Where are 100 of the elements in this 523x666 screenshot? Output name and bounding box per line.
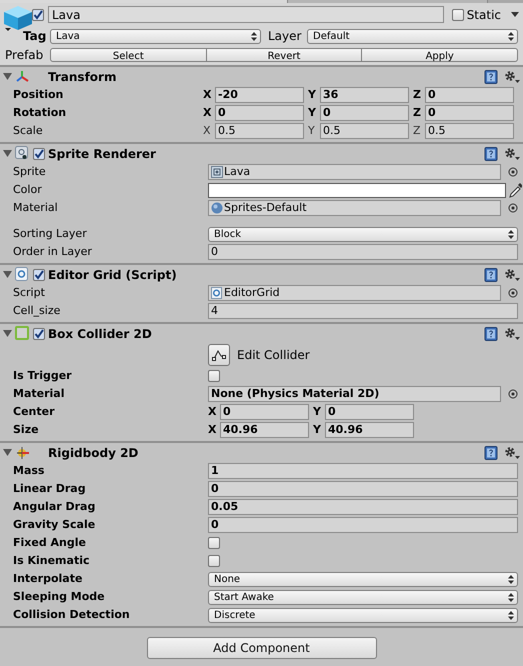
axis-label: Z xyxy=(413,104,422,121)
edit-collider-button[interactable] xyxy=(208,344,230,366)
dropdown[interactable]: Start Awake xyxy=(208,590,518,604)
number-field[interactable]: 40.96 xyxy=(325,422,414,438)
component-title: Transform xyxy=(48,68,116,86)
foldout-arrow-icon[interactable] xyxy=(3,270,12,279)
foldout-arrow-icon[interactable] xyxy=(3,149,12,158)
object-picker-icon xyxy=(508,288,518,298)
dropdown-arrows-icon xyxy=(508,592,514,602)
field-label: Scale xyxy=(12,122,44,139)
number-field[interactable]: 0.5 xyxy=(215,123,304,139)
foldout-arrow-icon[interactable] xyxy=(3,72,12,81)
color-swatch[interactable] xyxy=(208,182,506,198)
number-field[interactable]: 0.05 xyxy=(208,499,518,515)
layer-dropdown[interactable]: Default xyxy=(307,28,518,44)
object-field[interactable]: Sprites-Default xyxy=(208,200,501,216)
field-label: Color xyxy=(12,182,43,198)
field-label: Mass xyxy=(12,462,46,479)
foldout-arrow-icon[interactable] xyxy=(3,329,12,338)
axis-label: Y xyxy=(313,422,322,438)
object-field[interactable]: None (Physics Material 2D) xyxy=(208,386,501,402)
axis-label: Z xyxy=(413,86,422,103)
dropdown-arrows-icon xyxy=(508,574,514,584)
number-field[interactable]: 4 xyxy=(208,303,518,319)
add-component-button[interactable]: Add Component xyxy=(146,637,376,659)
field-label: Script xyxy=(12,284,46,301)
field-label: Collision Detection xyxy=(12,606,131,623)
axis-label: X xyxy=(208,422,218,438)
number-field[interactable]: 0 xyxy=(425,87,514,103)
checkbox[interactable] xyxy=(208,370,220,382)
layer-label: Layer xyxy=(268,28,302,45)
number-field[interactable]: 0.5 xyxy=(320,123,409,139)
number-field[interactable]: 40.96 xyxy=(220,422,309,438)
help-book-icon xyxy=(484,446,498,460)
component-title: Sprite Renderer xyxy=(48,146,156,162)
component-icon xyxy=(15,326,30,341)
number-field[interactable]: 36 xyxy=(320,87,409,103)
axis-label: Y xyxy=(308,86,317,103)
number-field[interactable]: 1 xyxy=(208,463,518,479)
foldout-arrow-icon[interactable] xyxy=(3,448,12,457)
dropdown-arrow-icon xyxy=(511,12,519,17)
asset-icon xyxy=(211,166,223,178)
field-label: Is Kinematic xyxy=(12,552,90,569)
number-field[interactable]: 0 xyxy=(208,517,518,533)
enabled-checkbox[interactable] xyxy=(33,148,45,160)
dropdown-arrows-icon xyxy=(251,32,257,40)
gear-icon xyxy=(504,446,520,460)
enabled-checkbox[interactable] xyxy=(33,328,45,340)
checkbox[interactable] xyxy=(208,537,220,549)
active-checkbox[interactable] xyxy=(32,8,44,20)
prefab-button[interactable]: Select xyxy=(50,48,207,62)
gear-icon xyxy=(504,268,520,282)
name-field[interactable]: Lava xyxy=(48,6,444,23)
dropdown[interactable]: Discrete xyxy=(208,608,518,622)
field-label: Sprite xyxy=(12,164,47,180)
number-field[interactable]: 0 xyxy=(208,481,518,497)
axis-label: X xyxy=(203,122,212,139)
gear-icon xyxy=(504,146,520,160)
static-checkbox[interactable] xyxy=(452,8,464,20)
help-book-icon xyxy=(484,70,498,84)
object-field[interactable]: Lava xyxy=(208,164,501,180)
number-field[interactable]: 0 xyxy=(215,105,304,121)
tag-dropdown[interactable]: Lava xyxy=(50,28,261,44)
component-icon xyxy=(15,267,30,282)
tag-label: Tag xyxy=(23,28,48,45)
prefab-button[interactable]: Revert xyxy=(206,48,362,62)
dropdown[interactable]: Block xyxy=(208,226,518,242)
asset-icon xyxy=(211,287,223,299)
enabled-checkbox[interactable] xyxy=(33,268,45,280)
dropdown[interactable]: None xyxy=(208,572,518,586)
number-field[interactable]: -20 xyxy=(215,87,304,103)
field-label: Linear Drag xyxy=(12,480,87,497)
field-label: Fixed Angle xyxy=(12,534,87,551)
gear-icon xyxy=(504,70,520,84)
number-field[interactable]: 0 xyxy=(220,404,309,420)
gear-icon xyxy=(504,326,520,340)
number-field[interactable]: 0 xyxy=(208,244,518,260)
field-label: Interpolate xyxy=(12,570,84,587)
number-field[interactable]: 0 xyxy=(325,404,414,420)
field-label: Cell_size xyxy=(12,302,62,319)
dropdown-arrows-icon xyxy=(508,32,514,40)
object-field[interactable]: EditorGrid xyxy=(208,285,501,301)
prefab-button[interactable]: Apply xyxy=(362,48,518,62)
help-book-icon xyxy=(484,326,498,340)
axis-label: Y xyxy=(313,404,322,420)
number-field[interactable]: 0.5 xyxy=(425,123,514,139)
component-icon xyxy=(15,146,30,161)
field-label: Size xyxy=(12,422,40,438)
checkbox[interactable] xyxy=(208,555,220,567)
prefab-label: Prefab xyxy=(5,46,44,64)
object-picker-icon xyxy=(508,203,518,213)
number-field[interactable]: 0 xyxy=(425,105,514,121)
object-picker-icon xyxy=(508,389,518,399)
axis-label: X xyxy=(208,404,218,420)
static-label: Static xyxy=(466,6,501,24)
field-label: Sleeping Mode xyxy=(12,588,106,605)
help-book-icon xyxy=(484,146,498,160)
field-label: Rotation xyxy=(12,104,68,121)
field-label: Order in Layer xyxy=(12,244,93,260)
number-field[interactable]: 0 xyxy=(320,105,409,121)
